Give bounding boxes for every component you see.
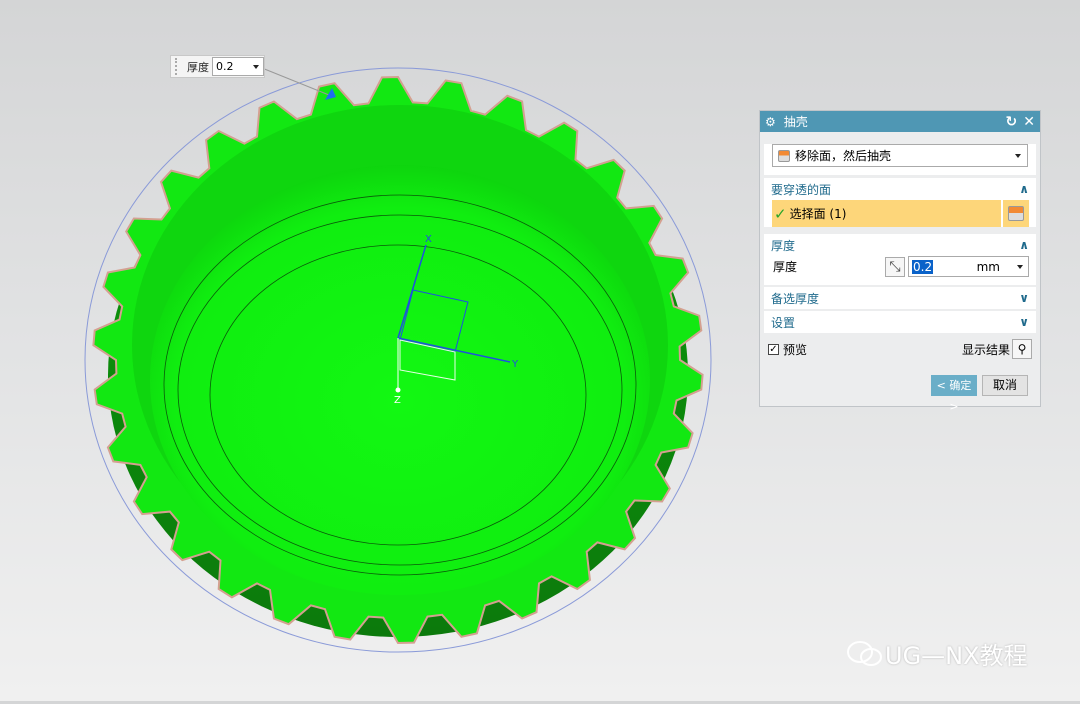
- chevron-up-icon: ∧: [1019, 238, 1029, 252]
- chevron-up-icon: ∧: [1019, 182, 1029, 196]
- leader-line: [261, 67, 330, 96]
- type-select[interactable]: 移除面，然后抽壳: [772, 144, 1028, 167]
- preview-label: 预览: [783, 342, 808, 357]
- watermark: UG—NX教程: [845, 636, 1028, 671]
- faces-section-title: 要穿透的面: [771, 182, 832, 197]
- ok-button[interactable]: < 确定 >: [931, 375, 977, 413]
- reset-icon[interactable]: ↻: [1006, 114, 1018, 130]
- thickness-section: 厚度 ∧ 厚度 ⤡ 0.2 mm: [764, 234, 1036, 285]
- select-face-row[interactable]: ✓ 选择面 (1): [772, 200, 1029, 227]
- cancel-button[interactable]: 取消: [982, 375, 1028, 396]
- cap-floor: [150, 165, 650, 595]
- thickness-section-title: 厚度: [771, 238, 796, 253]
- thickness-input[interactable]: 0.2 mm: [908, 256, 1029, 277]
- face-cube-icon: [1008, 206, 1024, 221]
- chevron-down-icon: [1015, 154, 1021, 158]
- chevron-down-icon: ∨: [1019, 291, 1029, 305]
- axis-y-label: Y: [511, 359, 519, 370]
- drag-handle[interactable]: [175, 58, 179, 75]
- thickness-section-header[interactable]: 厚度 ∧: [764, 234, 1036, 256]
- close-icon[interactable]: ✕: [1023, 114, 1035, 130]
- check-icon: ✓: [774, 204, 787, 223]
- type-select-value: 移除面，然后抽壳: [795, 149, 892, 163]
- watermark-text: UG—NX教程: [885, 642, 1028, 670]
- shell-dialog: ⚙ 抽壳 ↻ ✕ 移除面，然后抽壳 要穿透的面 ∧ ✓ 选择面 (1) 厚度 ∧ 厚…: [759, 110, 1041, 413]
- thickness-tag-label: 厚度: [187, 60, 209, 74]
- axis-x-label: X: [425, 234, 432, 245]
- magnifier-icon: ⚲: [1017, 342, 1027, 356]
- dialog-title: 抽壳: [783, 115, 808, 129]
- preview-checkbox[interactable]: ✓: [768, 343, 779, 355]
- thickness-label: 厚度: [773, 260, 798, 274]
- show-result-button[interactable]: ⚲: [1012, 339, 1032, 359]
- thickness-onscreen-input[interactable]: 厚度 0.2: [170, 55, 265, 78]
- show-result-label: 显示结果: [961, 342, 1010, 357]
- thickness-tag-field[interactable]: 0.2: [212, 57, 264, 76]
- thickness-unit: mm: [976, 259, 1000, 274]
- face-select-button[interactable]: [1001, 200, 1029, 227]
- type-section: 移除面，然后抽壳: [764, 144, 1036, 175]
- settings-section[interactable]: 设置 ∨: [764, 311, 1036, 333]
- axis-z-label: Z: [394, 395, 401, 406]
- remove-face-icon: [778, 149, 790, 162]
- gear-icon: ⚙: [765, 114, 776, 129]
- faces-section: 要穿透的面 ∧ ✓ 选择面 (1): [764, 178, 1036, 227]
- select-face-label: 选择面 (1): [789, 207, 847, 221]
- reverse-direction-button[interactable]: ⤡: [885, 256, 905, 277]
- alt-thickness-title: 备选厚度: [771, 291, 820, 306]
- dialog-titlebar: ⚙ 抽壳 ↻ ✕: [760, 111, 1040, 132]
- wechat-icon: [847, 640, 882, 666]
- chevron-down-icon: ∨: [1019, 315, 1029, 329]
- alt-thickness-section[interactable]: 备选厚度 ∨: [764, 287, 1036, 309]
- chevron-down-icon[interactable]: [253, 65, 259, 69]
- faces-section-header[interactable]: 要穿透的面 ∧: [764, 178, 1036, 200]
- chevron-down-icon[interactable]: [1017, 265, 1023, 269]
- thickness-tag-value: 0.2: [216, 60, 234, 73]
- settings-title: 设置: [771, 315, 796, 330]
- thickness-value: 0.2: [912, 259, 934, 274]
